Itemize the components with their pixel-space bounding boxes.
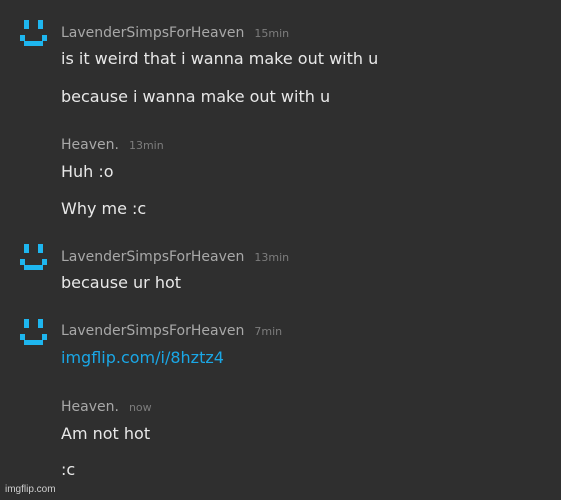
message-text: Am not hot [61,424,151,443]
smiley-mouth-center [24,340,43,345]
smiley-eye [38,319,43,328]
smiley-mouth-center [24,265,43,270]
smiley-icon [24,20,29,29]
timestamp: 13min [128,139,164,152]
timestamp: 13min [254,251,290,264]
smiley-mouth-center [24,41,43,46]
chat-log: LavenderSimpsForHeaven 15min is it weird … [0,0,561,500]
watermark: imgflip.com [5,484,56,495]
avatar[interactable] [18,20,48,50]
avatar[interactable] [18,319,48,349]
avatar[interactable] [18,244,48,274]
smiley-eye [38,244,43,253]
message-header: LavenderSimpsForHeaven 7min [61,323,282,339]
message-header: Heaven. 13min [61,137,164,153]
message-link[interactable]: imgflip.com/i/8hztz4 [61,348,224,367]
message-text: Huh :o [61,162,114,181]
smiley-icon [24,319,29,328]
message-text: is it weird that i wanna make out with u [61,49,379,68]
message-text: :c [61,460,76,479]
timestamp: 7min [254,325,283,338]
message-text: Why me :c [61,199,147,218]
author-name[interactable]: LavenderSimpsForHeaven [61,25,244,41]
message-text: because i wanna make out with u [61,87,331,106]
smiley-icon [24,244,29,253]
smiley-eye [38,20,43,29]
timestamp: 15min [254,27,290,40]
timestamp: now [128,401,152,414]
message-header: Heaven. now [61,399,152,415]
author-name[interactable]: Heaven. [61,137,119,153]
author-name[interactable]: Heaven. [61,399,119,415]
message-header: LavenderSimpsForHeaven 13min [61,249,289,265]
author-name[interactable]: LavenderSimpsForHeaven [61,249,244,265]
message-text: because ur hot [61,273,182,292]
message-header: LavenderSimpsForHeaven 15min [61,25,289,41]
author-name[interactable]: LavenderSimpsForHeaven [61,323,244,339]
